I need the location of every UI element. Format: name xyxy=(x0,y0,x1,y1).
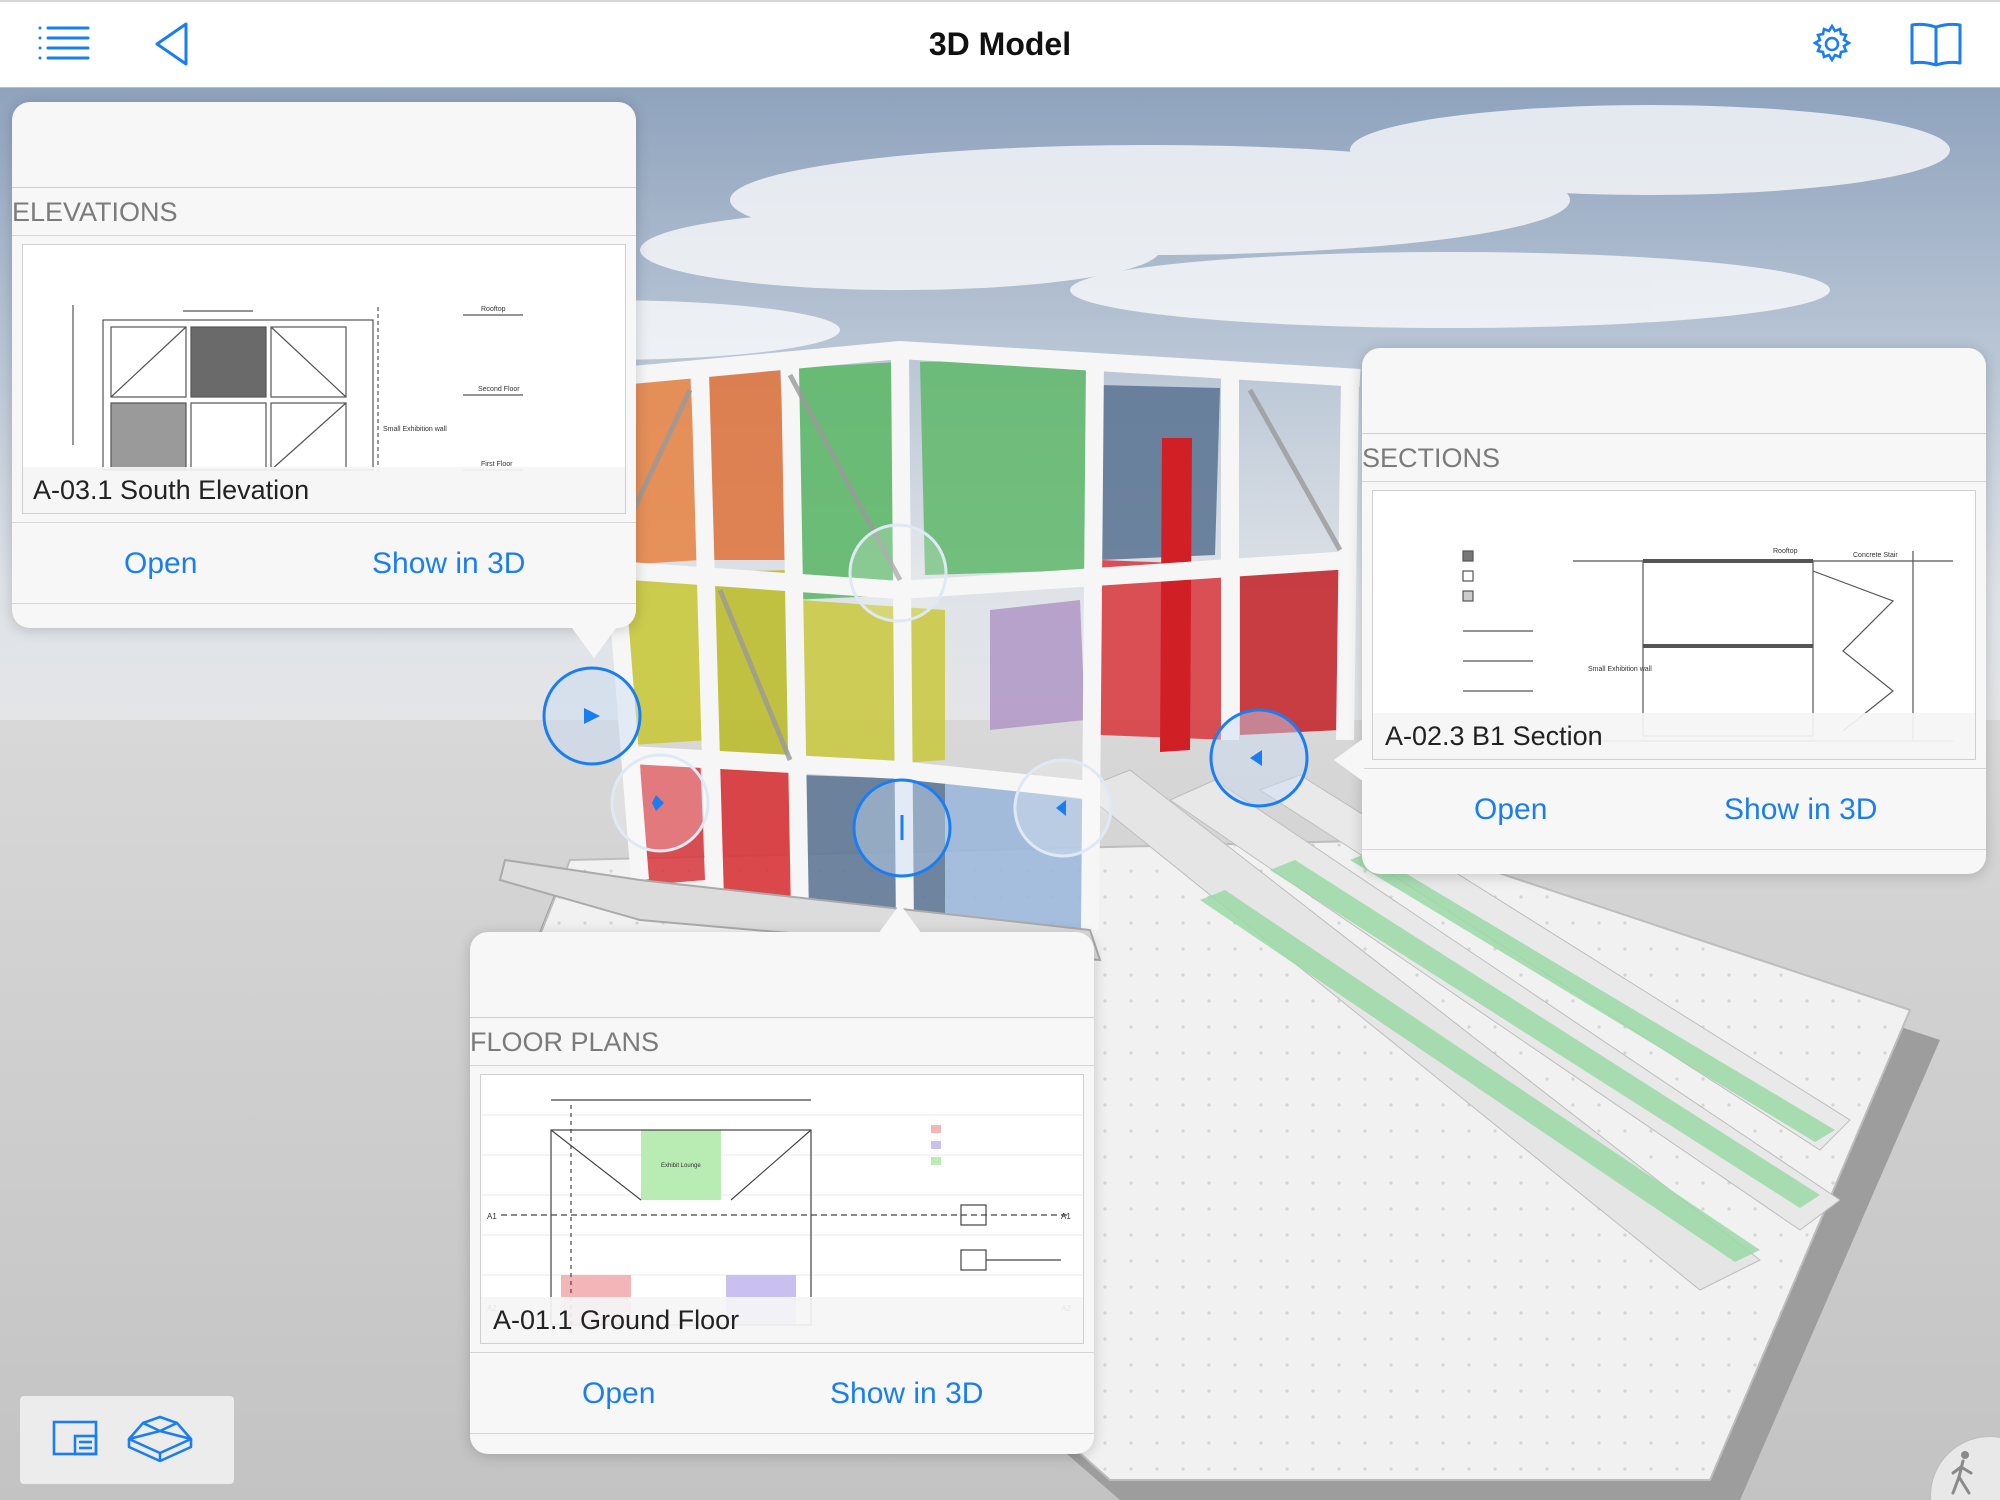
popover-pointer xyxy=(878,904,922,934)
book-icon xyxy=(1909,21,1963,72)
open-button[interactable]: Open xyxy=(1474,769,1547,851)
show-in-3d-button[interactable]: Show in 3D xyxy=(372,523,525,605)
book-button[interactable] xyxy=(1904,16,1968,76)
drawing-label: A1 xyxy=(1061,1212,1071,1221)
show-in-3d-button[interactable]: Show in 3D xyxy=(1724,769,1877,851)
floor-plan-thumbnail[interactable]: A1 A1 A2 A2 Exhibit Lounge A-01.1 Ground… xyxy=(480,1074,1084,1344)
elevation-hotspot[interactable] xyxy=(542,666,642,766)
sheet-name: A-03.1 South Elevation xyxy=(23,467,625,513)
popover-header xyxy=(470,932,1094,1018)
hotspot-right[interactable] xyxy=(1013,758,1113,858)
hotspot-lower-left[interactable] xyxy=(610,753,710,853)
popover-pointer xyxy=(572,628,616,658)
sections-popover: SECTIONS Rooftop Small Exhibition wall C… xyxy=(1334,348,1986,874)
floor-plans-popover: FLOOR PLANS A1 A1 Exhibit Lounge A-01.1 … xyxy=(470,904,1094,1454)
sheet-layout-icon xyxy=(51,1418,99,1463)
top-navigation-bar: 3D Model xyxy=(0,0,2000,88)
sheet-layout-button[interactable] xyxy=(48,1410,102,1470)
drawing-label: Small Exhibition wall xyxy=(1588,666,1652,673)
popover-pointer xyxy=(1334,738,1364,782)
popover-actions: Open Show in 3D xyxy=(1362,768,1986,850)
section-title: SECTIONS xyxy=(1362,434,1986,482)
bottom-toolbar xyxy=(20,1396,234,1484)
elevations-popover: ELEVATIONS Rooftop Second Floor First Fl… xyxy=(12,102,636,658)
gear-icon xyxy=(1810,22,1854,71)
drawing-label: Rooftop xyxy=(481,306,506,313)
popover-header xyxy=(12,102,636,188)
drawing-label: Second Floor xyxy=(478,386,520,393)
page-title: 3D Model xyxy=(928,26,1072,62)
drawing-label: A1 xyxy=(487,1212,497,1221)
section-thumbnail[interactable]: Rooftop Small Exhibition wall Concrete S… xyxy=(1372,490,1976,760)
settings-button[interactable] xyxy=(1800,16,1864,76)
popover-actions: Open Show in 3D xyxy=(470,1352,1094,1434)
elevation-thumbnail[interactable]: Rooftop Second Floor First Floor Small E… xyxy=(22,244,626,514)
drawing-label: Concrete Stair xyxy=(1853,552,1898,559)
drawing-label: Small Exhibition wall xyxy=(383,426,447,433)
sheet-name: A-02.3 B1 Section xyxy=(1373,713,1975,759)
popover-header xyxy=(1362,348,1986,434)
section-title: ELEVATIONS xyxy=(12,188,636,236)
sheet-name: A-01.1 Ground Floor xyxy=(481,1297,1083,1343)
drawing-label: Exhibit Lounge xyxy=(661,1163,701,1169)
section-hotspot[interactable] xyxy=(1209,708,1309,808)
drawing-label: Rooftop xyxy=(1773,548,1798,555)
floor-plan-hotspot[interactable] xyxy=(852,778,952,878)
show-in-3d-button[interactable]: Show in 3D xyxy=(830,1353,983,1435)
open-box-icon xyxy=(121,1413,199,1468)
3d-view-button[interactable] xyxy=(118,1410,202,1470)
hotspot-middle[interactable] xyxy=(848,523,948,623)
open-button[interactable]: Open xyxy=(124,523,197,605)
section-title: FLOOR PLANS xyxy=(470,1018,1094,1066)
open-button[interactable]: Open xyxy=(582,1353,655,1435)
popover-actions: Open Show in 3D xyxy=(12,522,636,604)
walk-person-icon xyxy=(1943,1447,1983,1500)
